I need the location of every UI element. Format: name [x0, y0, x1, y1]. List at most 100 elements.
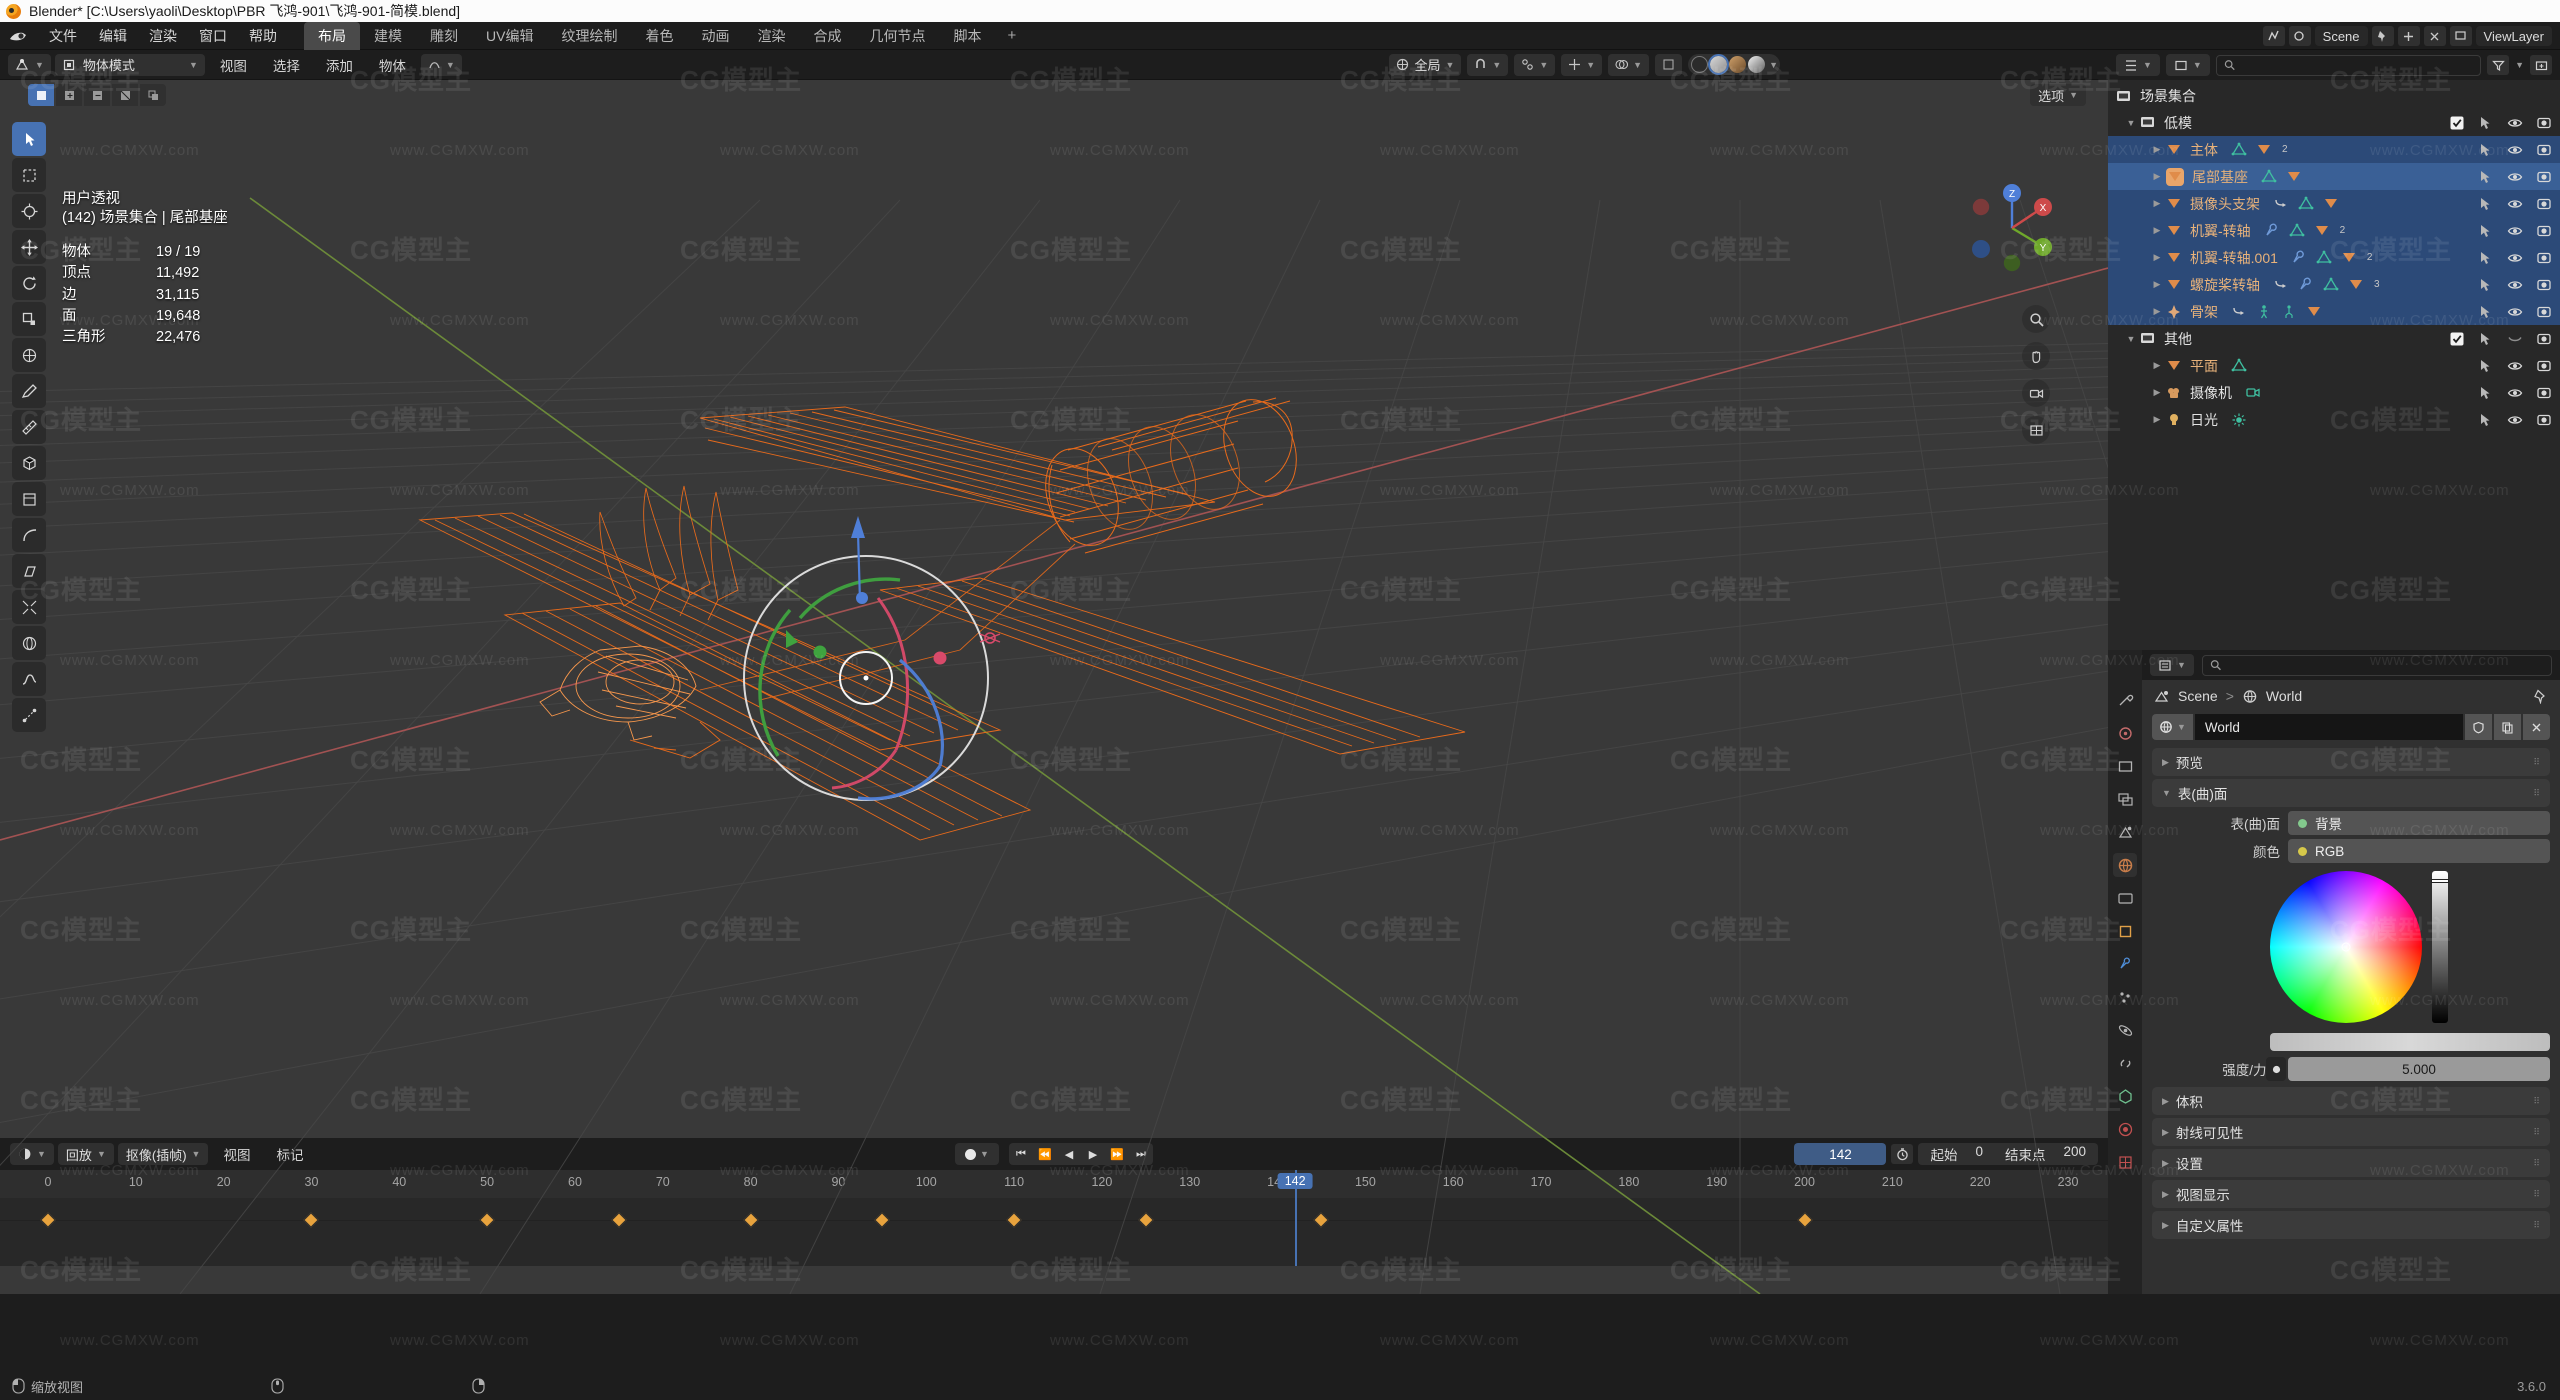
menu-window[interactable]: 窗口: [188, 23, 238, 49]
zoom-icon[interactable]: [2022, 305, 2050, 333]
restrict-render-icon[interactable]: [2536, 223, 2552, 239]
outliner-row-10[interactable]: ▶ 平面: [2108, 352, 2560, 379]
outliner-row-9[interactable]: ▼ 其他: [2108, 325, 2560, 352]
world-name-field[interactable]: World: [2194, 714, 2463, 740]
tab-shading[interactable]: 着色: [631, 22, 687, 50]
pan-hand-icon[interactable]: [2022, 342, 2050, 370]
viewport-options-dropdown[interactable]: 选项 ▼: [2030, 84, 2086, 106]
viewport-menu-view[interactable]: 视图: [209, 52, 258, 78]
disclosure-triangle-icon[interactable]: ▶: [2148, 171, 2166, 182]
panel-ray-visibility[interactable]: ▶ 射线可见性 ⠿: [2152, 1118, 2550, 1146]
surface-shader-selector[interactable]: 背景: [2288, 811, 2550, 835]
outliner-row-5[interactable]: ▶ 机翼-转轴 2: [2108, 217, 2560, 244]
properties-tab-modifiers[interactable]: [2113, 952, 2137, 976]
eye-closed-icon[interactable]: [2507, 331, 2523, 347]
restrict-render-icon[interactable]: [2536, 169, 2552, 185]
outliner-filter-icon[interactable]: [2487, 55, 2510, 75]
restrict-select-icon[interactable]: [2478, 169, 2494, 185]
panel-drag-dots[interactable]: ⠿: [2533, 1159, 2541, 1168]
menu-edit[interactable]: 编辑: [88, 23, 138, 49]
tool-select-box[interactable]: [12, 158, 46, 192]
chevron-down-icon[interactable]: ▼: [2515, 60, 2524, 70]
add-workspace-button[interactable]: +: [995, 25, 1028, 46]
select-mode-set[interactable]: [28, 84, 54, 106]
panel-viewport-display[interactable]: ▶ 视图显示 ⠿: [2152, 1180, 2550, 1208]
blender-menu-icon[interactable]: [8, 27, 28, 45]
panel-settings[interactable]: ▶ 设置 ⠿: [2152, 1149, 2550, 1177]
tool-annotate[interactable]: [12, 374, 46, 408]
panel-drag-dots[interactable]: ⠿: [2533, 758, 2541, 767]
eye-icon[interactable]: [2507, 169, 2523, 185]
orthographic-toggle-icon[interactable]: [2022, 416, 2050, 444]
menu-render[interactable]: 渲染: [138, 23, 188, 49]
disclosure-triangle-icon[interactable]: ▶: [2148, 252, 2166, 263]
pin-id-icon[interactable]: [2533, 689, 2548, 704]
tab-animation[interactable]: 动画: [687, 22, 743, 50]
restrict-render-icon[interactable]: [2536, 358, 2552, 374]
restrict-select-icon[interactable]: [2478, 250, 2494, 266]
menu-help[interactable]: 帮助: [238, 23, 288, 49]
restrict-render-icon[interactable]: [2536, 331, 2552, 347]
eye-icon[interactable]: [2507, 223, 2523, 239]
restrict-render-icon[interactable]: [2536, 250, 2552, 266]
properties-tab-physics[interactable]: [2113, 1018, 2137, 1042]
viewlayer-icon[interactable]: [2449, 26, 2472, 46]
properties-tab-tool[interactable]: [2113, 688, 2137, 712]
disclosure-triangle-open-icon[interactable]: ▼: [2122, 334, 2140, 344]
tool-cursor-3d[interactable]: [12, 590, 46, 624]
properties-tab-texture[interactable]: [2113, 1150, 2137, 1174]
overlays-toggle[interactable]: ▼: [1608, 53, 1650, 76]
panel-surface[interactable]: ▼ 表(曲)面 ⠿: [2152, 779, 2550, 807]
eye-icon[interactable]: [2507, 304, 2523, 320]
checkbox-icon[interactable]: [2449, 331, 2465, 347]
disclosure-triangle-icon[interactable]: ▶: [2148, 414, 2166, 425]
panel-preview[interactable]: ▶ 预览 ⠿: [2152, 748, 2550, 776]
tool-tweak[interactable]: [12, 122, 46, 156]
color-wheel-cursor[interactable]: [2341, 942, 2351, 952]
outliner-tree[interactable]: 场景集合 ▼ 低模 ▶ 主体 2 ▶ 尾部基座 ▶ 摄像头支架 ▶ 机翼-转轴 2 ▶ 机翼-转轴.001…: [2108, 80, 2560, 650]
3d-viewport[interactable]: ▼ 物体模式 ▼ 视图 选择 添加 物体 ▼ 全局 ▼ ▼ ▼ ▼ ▼ ▼ 选项…: [0, 50, 2108, 1294]
breadcrumb-world[interactable]: World: [2266, 688, 2302, 704]
properties-tab-view-layer[interactable]: [2113, 787, 2137, 811]
disclosure-triangle-icon[interactable]: ▶: [2148, 279, 2166, 290]
outliner-row-4[interactable]: ▶ 摄像头支架: [2108, 190, 2560, 217]
tool-bend[interactable]: [12, 518, 46, 552]
panel-drag-dots[interactable]: ⠿: [2533, 1128, 2541, 1137]
outliner-editor[interactable]: ▼ ▼ ▼ 场景集合 ▼ 低模 ▶ 主体 2 ▶ 尾部基座 ▶ 摄像头支架 ▶ …: [2108, 50, 2560, 650]
select-mode-extend[interactable]: [56, 84, 82, 106]
snap-toggle[interactable]: ▼: [1467, 53, 1509, 76]
disclosure-triangle-icon[interactable]: ▶: [2148, 306, 2166, 317]
outliner-search-field[interactable]: [2240, 58, 2474, 72]
shading-material-preview-button[interactable]: [1729, 56, 1747, 73]
tool-sphere[interactable]: [12, 626, 46, 660]
tab-rendering[interactable]: 渲染: [743, 22, 799, 50]
restrict-render-icon[interactable]: [2536, 385, 2552, 401]
eye-icon[interactable]: [2507, 250, 2523, 266]
outliner-row-scene-collection[interactable]: 场景集合: [2108, 82, 2560, 109]
shading-rendered-button[interactable]: [1748, 56, 1766, 73]
new-world-button[interactable]: [2494, 714, 2521, 740]
gizmo-toggle[interactable]: ▼: [1561, 53, 1603, 76]
tool-scale[interactable]: [12, 302, 46, 336]
tool-measure[interactable]: [12, 410, 46, 444]
properties-tab-collection[interactable]: [2113, 886, 2137, 910]
tool-rotate[interactable]: [12, 266, 46, 300]
restrict-select-icon[interactable]: [2478, 358, 2494, 374]
tab-modeling[interactable]: 建模: [360, 22, 416, 50]
color-node-selector[interactable]: RGB: [2288, 839, 2550, 863]
eye-icon[interactable]: [2507, 115, 2523, 131]
restrict-select-icon[interactable]: [2478, 304, 2494, 320]
outliner-row-2[interactable]: ▶ 主体 2: [2108, 136, 2560, 163]
eye-icon[interactable]: [2507, 385, 2523, 401]
restrict-render-icon[interactable]: [2536, 196, 2552, 212]
properties-tab-world[interactable]: [2113, 853, 2137, 877]
outliner-row-7[interactable]: ▶ 螺旋桨转轴 3: [2108, 271, 2560, 298]
properties-tab-data[interactable]: [2113, 1084, 2137, 1108]
properties-tab-render[interactable]: [2113, 721, 2137, 745]
checkbox-icon[interactable]: [2449, 115, 2465, 131]
disclosure-triangle-icon[interactable]: ▶: [2148, 360, 2166, 371]
restrict-render-icon[interactable]: [2536, 142, 2552, 158]
pin-scene-icon[interactable]: [2371, 26, 2394, 46]
pivot-point-selector[interactable]: ▼: [1514, 53, 1556, 76]
restrict-select-icon[interactable]: [2478, 385, 2494, 401]
